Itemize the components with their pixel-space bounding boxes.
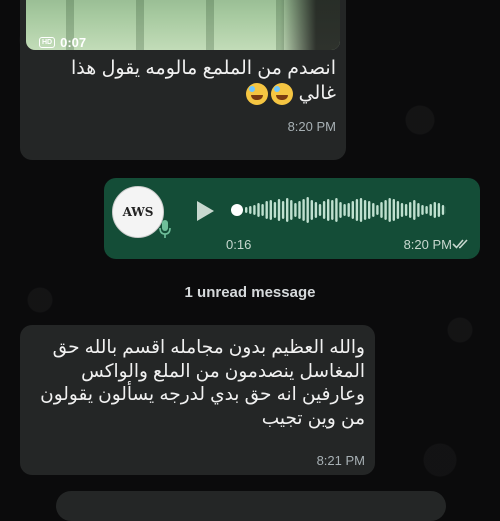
video-message-bubble[interactable]: HD 0:07 انصدم من الملمع مالومه يقول هذا …: [20, 0, 346, 160]
voice-message-bubble[interactable]: AWS 0:16 8:20 PM: [104, 178, 480, 259]
waveform-bar: [261, 204, 263, 216]
waveform-bar: [266, 201, 268, 219]
waveform-bar: [315, 202, 317, 218]
video-thumbnail[interactable]: HD 0:07: [26, 0, 340, 50]
waveform-bar: [434, 202, 436, 218]
video-duration: 0:07: [60, 35, 86, 50]
waveform-bar: [323, 201, 325, 219]
play-button[interactable]: [192, 199, 216, 223]
waveform-bar: [257, 203, 259, 217]
voice-duration: 0:16: [226, 237, 251, 252]
waveform-bar: [405, 204, 407, 216]
message-timestamp: 8:21 PM: [317, 453, 365, 468]
hd-icon: HD: [39, 37, 55, 48]
waveform-bar: [331, 200, 333, 220]
waveform-bar: [348, 203, 350, 217]
message-composer[interactable]: [56, 491, 446, 521]
waveform-bar: [438, 203, 440, 217]
waveform-bar: [274, 202, 276, 218]
message-timestamp: 8:20 PM: [288, 119, 336, 134]
waveform-bar: [343, 204, 345, 216]
waveform-bar: [290, 200, 292, 220]
waveform-bar: [302, 199, 304, 221]
video-caption: انصدم من الملمع مالومه يقول هذا غالي: [36, 56, 336, 106]
waveform-bar: [307, 197, 309, 223]
waveform-bar: [249, 206, 251, 214]
waveform-bar: [430, 204, 432, 216]
waveform-bar: [335, 198, 337, 222]
avatar: AWS: [112, 186, 164, 238]
waveform-bar: [356, 199, 358, 221]
waveform-bar: [389, 198, 391, 222]
waveform-bar: [352, 201, 354, 219]
unread-divider: 1 unread message: [0, 284, 500, 301]
waveform-bar: [282, 201, 284, 219]
message-text: والله العظيم بدون مجامله اقسم بالله حق ا…: [38, 335, 365, 429]
message-timestamp: 8:20 PM: [404, 237, 452, 252]
waveform-bar: [270, 200, 272, 220]
waveform-bar: [319, 204, 321, 216]
waveform-bar: [442, 205, 444, 215]
grinning-sweat-emoji: [271, 83, 293, 105]
waveform-bar: [393, 199, 395, 221]
waveform-bar: [376, 205, 378, 215]
waveform-bar: [421, 205, 423, 215]
waveform-bar: [413, 200, 415, 220]
waveform-bar: [339, 202, 341, 218]
waveform-bar: [425, 206, 427, 214]
waveform-bar: [253, 205, 255, 215]
waveform-bar: [364, 200, 366, 220]
microphone-icon: [158, 220, 172, 238]
grinning-sweat-emoji: [246, 83, 268, 105]
waveform-bar: [401, 203, 403, 217]
playhead-handle[interactable]: [231, 204, 243, 216]
text-message-bubble[interactable]: والله العظيم بدون مجامله اقسم بالله حق ا…: [20, 325, 375, 475]
video-meta: HD 0:07: [39, 35, 86, 50]
waveform-bar: [294, 203, 296, 217]
waveform-bar: [417, 203, 419, 217]
waveform-bar: [397, 201, 399, 219]
voice-waveform[interactable]: [231, 190, 446, 230]
read-receipt-icon: [452, 238, 470, 249]
waveform-bar: [384, 200, 386, 220]
waveform-bar: [409, 202, 411, 218]
waveform-bar: [368, 201, 370, 219]
waveform-bar: [311, 200, 313, 220]
waveform-bar: [327, 199, 329, 221]
waveform-bar: [380, 202, 382, 218]
waveform-bar: [245, 207, 247, 213]
waveform-bar: [372, 203, 374, 217]
waveform-bar: [298, 201, 300, 219]
video-caption-text: انصدم من الملمع مالومه يقول هذا غالي: [71, 58, 336, 104]
waveform-bar: [278, 199, 280, 221]
waveform-bar: [286, 198, 288, 222]
waveform-bar: [360, 198, 362, 222]
